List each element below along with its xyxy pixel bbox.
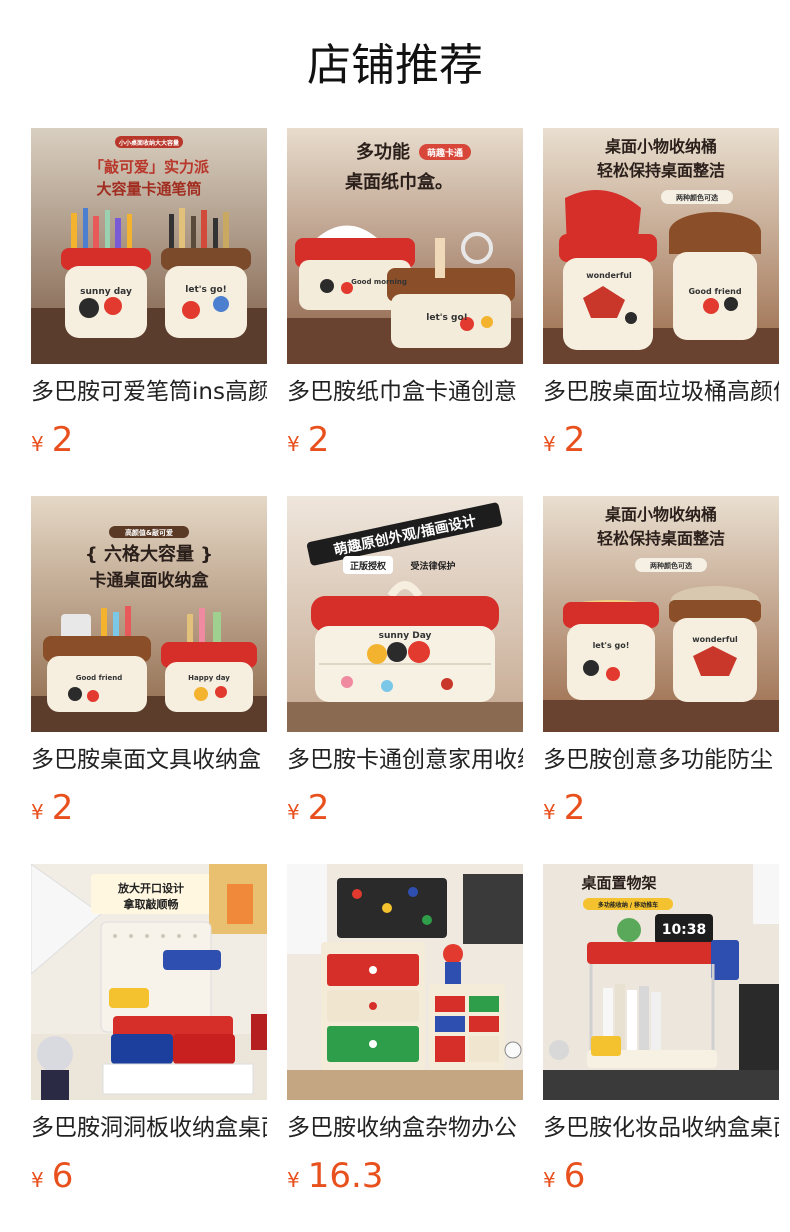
product-image[interactable]: 高颜值&敲可爱 { 六格大容量 } 卡通桌面收纳盒 Good friend Ha… [31,496,267,732]
desk-shelf-product-photo: 桌面置物架 多功能收纳 / 移动推车 10:38 [543,864,779,1100]
product-card[interactable]: 桌面小物收纳桶 轻松保持桌面整洁 两种颜色可选 let's go! wonder… [543,496,779,836]
product-image[interactable]: 桌面小物收纳桶 轻松保持桌面整洁 两种颜色可选 wonderful Good f… [543,128,779,364]
svg-text:Happy day: Happy day [188,674,230,682]
product-image[interactable]: 放大开口设计 拿取敲顺畅 [31,864,267,1100]
price-value: 2 [563,420,586,460]
product-name[interactable]: 多巴胺洞洞板收纳盒桌面 [31,1110,267,1146]
svg-text:正版授权: 正版授权 [350,560,387,572]
currency-symbol: ¥ [543,1168,556,1192]
svg-text:let's go!: let's go! [593,641,630,650]
product-image[interactable]: 小小桌面收纳大大容量 「敲可爱」实力派 大容量卡通笔筒 sunny day le… [31,128,267,364]
pen-holder-product-photo: 小小桌面收纳大大容量 「敲可爱」实力派 大容量卡通笔筒 sunny day le… [31,128,267,364]
product-image[interactable]: 萌趣原创外观/插画设计 正版授权 受法律保护 sunny Day [287,496,523,732]
product-price: ¥2 [287,786,329,830]
svg-text:桌面小物收纳桶: 桌面小物收纳桶 [605,137,717,156]
product-price: ¥2 [287,418,329,462]
storage-box-product-photo: 萌趣原创外观/插画设计 正版授权 受法律保护 sunny Day [287,496,523,732]
price-value: 2 [307,788,330,828]
svg-text:高颜值&敲可爱: 高颜值&敲可爱 [125,528,173,537]
product-card[interactable]: 高颜值&敲可爱 { 六格大容量 } 卡通桌面收纳盒 Good friend Ha… [31,496,267,836]
product-name[interactable]: 多巴胺收纳盒杂物办公 [287,1110,523,1146]
svg-text:卡通桌面收纳盒: 卡通桌面收纳盒 [90,570,210,591]
product-card[interactable]: 多功能 萌趣卡通 桌面纸巾盒。 Good morning let's go! 多… [287,128,523,468]
product-name[interactable]: 多巴胺纸巾盒卡通创意 [287,374,523,410]
svg-text:10:38: 10:38 [662,922,707,938]
svg-text:两种颜色可选: 两种颜色可选 [676,193,718,202]
product-price: ¥6 [31,1154,73,1198]
currency-symbol: ¥ [31,800,44,824]
currency-symbol: ¥ [543,800,556,824]
svg-text:桌面纸巾盒。: 桌面纸巾盒。 [344,171,453,193]
product-name[interactable]: 多巴胺可爱笔筒ins高颜值 [31,374,267,410]
price-value: 6 [51,1156,74,1196]
svg-text:let's go!: let's go! [185,285,226,295]
product-card[interactable]: 桌面小物收纳桶 轻松保持桌面整洁 两种颜色可选 wonderful Good f… [543,128,779,468]
svg-text:wonderful: wonderful [692,635,738,644]
svg-text:let's go!: let's go! [426,313,467,323]
currency-symbol: ¥ [287,800,300,824]
currency-symbol: ¥ [287,1168,300,1192]
product-price: ¥2 [31,418,73,462]
currency-symbol: ¥ [31,432,44,456]
product-price: ¥6 [543,1154,585,1198]
tissue-box-product-photo: 多功能 萌趣卡通 桌面纸巾盒。 Good morning let's go! [287,128,523,364]
trash-bin-product-photo: 桌面小物收纳桶 轻松保持桌面整洁 两种颜色可选 wonderful Good f… [543,128,779,364]
price-value: 2 [563,788,586,828]
svg-text:sunny Day: sunny Day [379,631,432,641]
svg-text:萌趣卡通: 萌趣卡通 [427,147,463,159]
product-price: ¥2 [543,786,585,830]
product-price: ¥2 [31,786,73,830]
svg-text:wonderful: wonderful [586,271,632,280]
product-image[interactable]: 多功能 萌趣卡通 桌面纸巾盒。 Good morning let's go! [287,128,523,364]
product-card[interactable]: 多巴胺收纳盒杂物办公 ¥16.3 [287,864,523,1204]
product-price: ¥16.3 [287,1154,383,1198]
price-value: 6 [563,1156,586,1196]
storage-bucket-product-photo: 桌面小物收纳桶 轻松保持桌面整洁 两种颜色可选 let's go! wonder… [543,496,779,732]
product-image[interactable]: 桌面小物收纳桶 轻松保持桌面整洁 两种颜色可选 let's go! wonder… [543,496,779,732]
product-price: ¥2 [543,418,585,462]
currency-symbol: ¥ [543,432,556,456]
svg-text:Good friend: Good friend [688,287,741,296]
product-name[interactable]: 多巴胺桌面垃圾桶高颜值 [543,374,779,410]
currency-symbol: ¥ [287,432,300,456]
svg-text:轻松保持桌面整洁: 轻松保持桌面整洁 [597,161,725,180]
product-card[interactable]: 小小桌面收纳大大容量 「敲可爱」实力派 大容量卡通笔筒 sunny day le… [31,128,267,468]
svg-text:「敲可爱」实力派: 「敲可爱」实力派 [89,158,210,176]
svg-text:放大开口设计: 放大开口设计 [117,881,184,895]
product-name[interactable]: 多巴胺创意多功能防尘 [543,742,779,778]
svg-text:{ 六格大容量 }: { 六格大容量 } [85,543,213,565]
svg-text:拿取敲顺畅: 拿取敲顺畅 [123,897,179,911]
svg-text:轻松保持桌面整洁: 轻松保持桌面整洁 [597,529,725,548]
product-image[interactable]: 桌面置物架 多功能收纳 / 移动推车 10:38 [543,864,779,1100]
svg-text:多功能: 多功能 [356,141,410,163]
product-name[interactable]: 多巴胺卡通创意家用收纳 [287,742,523,778]
price-value: 2 [51,420,74,460]
page-title: 店铺推荐 [307,40,483,91]
svg-text:桌面小物收纳桶: 桌面小物收纳桶 [605,505,717,524]
price-value: 2 [307,420,330,460]
svg-text:多功能收纳 / 移动推车: 多功能收纳 / 移动推车 [598,901,658,909]
product-card[interactable]: 桌面置物架 多功能收纳 / 移动推车 10:38 多巴胺化妆品收纳盒桌面 ¥6 [543,864,779,1204]
product-card[interactable]: 萌趣原创外观/插画设计 正版授权 受法律保护 sunny Day 多巴胺卡通创意… [287,496,523,836]
product-image[interactable] [287,864,523,1100]
svg-text:两种颜色可选: 两种颜色可选 [650,561,692,570]
svg-text:桌面置物架: 桌面置物架 [580,874,656,892]
svg-text:Good friend: Good friend [76,674,122,682]
svg-text:sunny day: sunny day [80,287,132,297]
drawer-cabinet-product-photo [287,864,523,1100]
stationery-organizer-product-photo: 高颜值&敲可爱 { 六格大容量 } 卡通桌面收纳盒 Good friend Ha… [31,496,267,732]
product-name[interactable]: 多巴胺桌面文具收纳盒 [31,742,267,778]
svg-text:受法律保护: 受法律保护 [410,560,455,572]
price-value: 2 [51,788,74,828]
currency-symbol: ¥ [31,1168,44,1192]
svg-text:小小桌面收纳大大容量: 小小桌面收纳大大容量 [118,139,179,147]
product-name[interactable]: 多巴胺化妆品收纳盒桌面 [543,1110,779,1146]
svg-text:Good morning: Good morning [351,278,407,286]
product-card[interactable]: 放大开口设计 拿取敲顺畅 多巴胺洞洞板收纳盒桌面 ¥6 [31,864,267,1204]
svg-text:大容量卡通笔筒: 大容量卡通笔筒 [96,180,201,198]
pegboard-organizer-product-photo: 放大开口设计 拿取敲顺畅 [31,864,267,1100]
price-value: 16.3 [307,1156,384,1196]
